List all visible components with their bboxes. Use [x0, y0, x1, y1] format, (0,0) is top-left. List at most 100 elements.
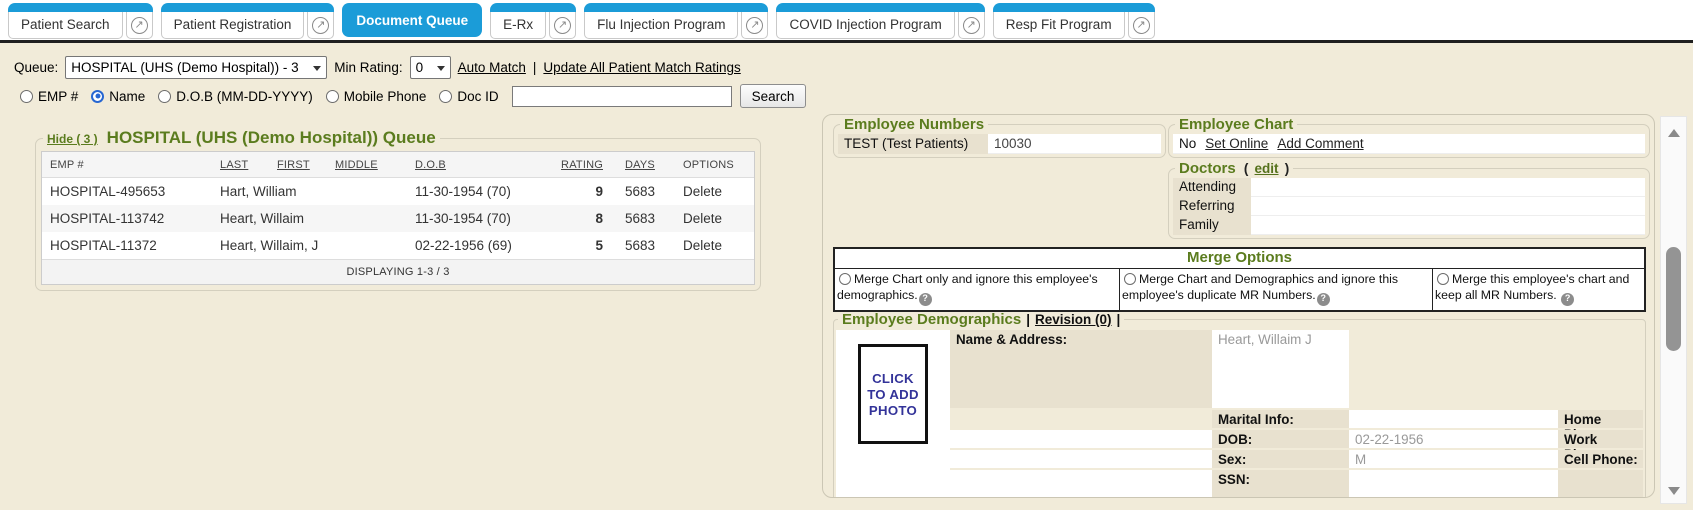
auto-match-link[interactable]: Auto Match [458, 60, 526, 75]
tab-patient-registration[interactable]: Patient Registration ↗ [161, 3, 335, 39]
popout-button[interactable]: ↗ [958, 12, 985, 39]
min-rating-select[interactable]: 0 [410, 56, 451, 79]
ssn-value[interactable] [1349, 470, 1558, 498]
rating-cell: 9 [553, 178, 617, 205]
tab-label[interactable]: Flu Injection Program [584, 12, 738, 39]
name-address-value[interactable]: Heart, Willaim J [1212, 330, 1349, 408]
merge-option-keep-all-mr[interactable]: Merge this employee's chart and keep all… [1432, 269, 1644, 310]
delete-link[interactable]: Delete [675, 232, 754, 259]
merge-options-section: Merge Options Merge Chart only and ignor… [833, 247, 1646, 312]
scrollbar-thumb[interactable] [1666, 247, 1681, 351]
help-icon[interactable]: ? [919, 293, 932, 306]
cell-phone-value[interactable] [950, 470, 1212, 498]
popout-icon: ↗ [1133, 17, 1150, 34]
popout-button[interactable]: ↗ [307, 12, 334, 39]
dob-value[interactable]: 02-22-1956 [1349, 430, 1558, 448]
employee-number-value: 10030 [988, 134, 1161, 154]
name-cell: Heart, Willaim [212, 205, 407, 232]
sex-label: Sex: [1212, 450, 1349, 468]
column-header-days[interactable]: DAYS [617, 152, 675, 178]
photo-column: CLICK TO ADD PHOTO [836, 330, 950, 498]
doctors-edit-link[interactable]: edit [1255, 161, 1279, 176]
radio-label: D.O.B (MM-DD-YYYY) [176, 89, 313, 104]
chevron-down-icon [437, 66, 445, 75]
tab-label[interactable]: E-Rx [490, 12, 546, 39]
photo-button-line: PHOTO [869, 403, 917, 418]
column-header-dob[interactable]: D.O.B [407, 152, 553, 178]
revision-link[interactable]: Revision (0) [1035, 312, 1112, 327]
table-pagination-status: DISPLAYING 1-3 / 3 [42, 259, 754, 284]
sex-value[interactable]: M [1349, 450, 1558, 468]
tab-label[interactable]: Resp Fit Program [993, 12, 1125, 39]
app-window: Patient Search ↗ Patient Registration ↗ … [0, 0, 1693, 510]
scroll-up-button[interactable] [1661, 117, 1686, 139]
paren: ) [1285, 161, 1290, 176]
radio-option-dob[interactable]: D.O.B (MM-DD-YYYY) [158, 89, 313, 104]
column-header-middle[interactable]: MIDDLE [327, 152, 407, 178]
merge-option-chart-only[interactable]: Merge Chart only and ignore this employe… [835, 269, 1119, 310]
tab-document-queue[interactable]: Document Queue [342, 3, 482, 37]
demographics-grid: Name & Address: Heart, Willaim J Marital… [836, 330, 1643, 498]
hide-queue-link[interactable]: Hide ( 3 ) [47, 132, 98, 146]
tab-patient-search[interactable]: Patient Search ↗ [8, 3, 153, 39]
add-photo-button[interactable]: CLICK TO ADD PHOTO [858, 344, 928, 444]
search-button[interactable]: Search [740, 84, 807, 108]
radio-icon[interactable] [839, 273, 851, 285]
radio-icon[interactable] [1437, 273, 1449, 285]
tab-e-rx[interactable]: E-Rx ↗ [490, 3, 576, 39]
emp-id-cell: HOSPITAL-11372 [42, 232, 212, 259]
radio-icon-checked[interactable] [91, 90, 104, 103]
help-icon[interactable]: ? [1561, 293, 1574, 306]
home-phone-value[interactable] [950, 430, 1212, 448]
update-ratings-link[interactable]: Update All Patient Match Ratings [543, 60, 740, 75]
doctor-row: Family [1173, 216, 1645, 235]
radio-option-name[interactable]: Name [91, 89, 145, 104]
tab-flu-injection-program[interactable]: Flu Injection Program ↗ [584, 3, 768, 39]
doctor-value-field[interactable] [1251, 197, 1645, 216]
delete-link[interactable]: Delete [675, 205, 754, 232]
doctor-value-field[interactable] [1251, 178, 1645, 197]
queue-results-section: Hide ( 3 ) HOSPITAL (UHS (Demo Hospital)… [35, 128, 761, 291]
search-input[interactable] [512, 86, 732, 107]
radio-icon[interactable] [158, 90, 171, 103]
radio-option-mobile-phone[interactable]: Mobile Phone [326, 89, 427, 104]
set-online-link[interactable]: Set Online [1205, 136, 1268, 151]
help-icon[interactable]: ? [1317, 293, 1330, 306]
radio-label: Name [109, 89, 145, 104]
doctors-title: Doctors [1179, 160, 1236, 177]
radio-icon[interactable] [439, 90, 452, 103]
scroll-down-button[interactable] [1661, 481, 1686, 503]
column-header-last[interactable]: LAST [212, 152, 269, 178]
doctor-value-field[interactable] [1251, 216, 1645, 235]
scrollbar-track[interactable] [1661, 139, 1686, 481]
tab-label[interactable]: COVID Injection Program [776, 12, 954, 39]
radio-icon[interactable] [20, 90, 33, 103]
column-header-first[interactable]: FIRST [269, 152, 327, 178]
add-comment-link[interactable]: Add Comment [1277, 136, 1363, 151]
popout-button[interactable]: ↗ [741, 12, 768, 39]
queue-select[interactable]: HOSPITAL (UHS (Demo Hospital)) - 3 [65, 56, 327, 79]
doctor-role-label: Attending [1173, 178, 1251, 197]
work-phone-value[interactable] [950, 450, 1212, 468]
popout-icon: ↗ [963, 17, 980, 34]
tab-label[interactable]: Patient Search [8, 12, 123, 39]
popout-button[interactable]: ↗ [126, 12, 153, 39]
popout-button[interactable]: ↗ [549, 12, 576, 39]
min-rating-value: 0 [416, 60, 424, 75]
column-header-rating[interactable]: RATING [553, 152, 617, 178]
radio-icon[interactable] [1124, 273, 1136, 285]
tab-covid-injection-program[interactable]: COVID Injection Program ↗ [776, 3, 984, 39]
delete-link[interactable]: Delete [675, 178, 754, 205]
emp-id-cell: HOSPITAL-495653 [42, 178, 212, 205]
tab-label[interactable]: Patient Registration [161, 12, 305, 39]
separator: | [1117, 312, 1121, 327]
radio-icon[interactable] [326, 90, 339, 103]
vertical-scrollbar[interactable] [1660, 116, 1687, 504]
marital-value[interactable] [1349, 410, 1558, 428]
radio-option-emp-number[interactable]: EMP # [20, 89, 78, 104]
tab-resp-fit-program[interactable]: Resp Fit Program ↗ [993, 3, 1155, 39]
popout-button[interactable]: ↗ [1128, 12, 1155, 39]
radio-option-doc-id[interactable]: Doc ID [439, 89, 498, 104]
arrow-down-icon [1668, 487, 1680, 501]
merge-option-chart-and-demographics[interactable]: Merge Chart and Demographics and ignore … [1119, 269, 1432, 310]
